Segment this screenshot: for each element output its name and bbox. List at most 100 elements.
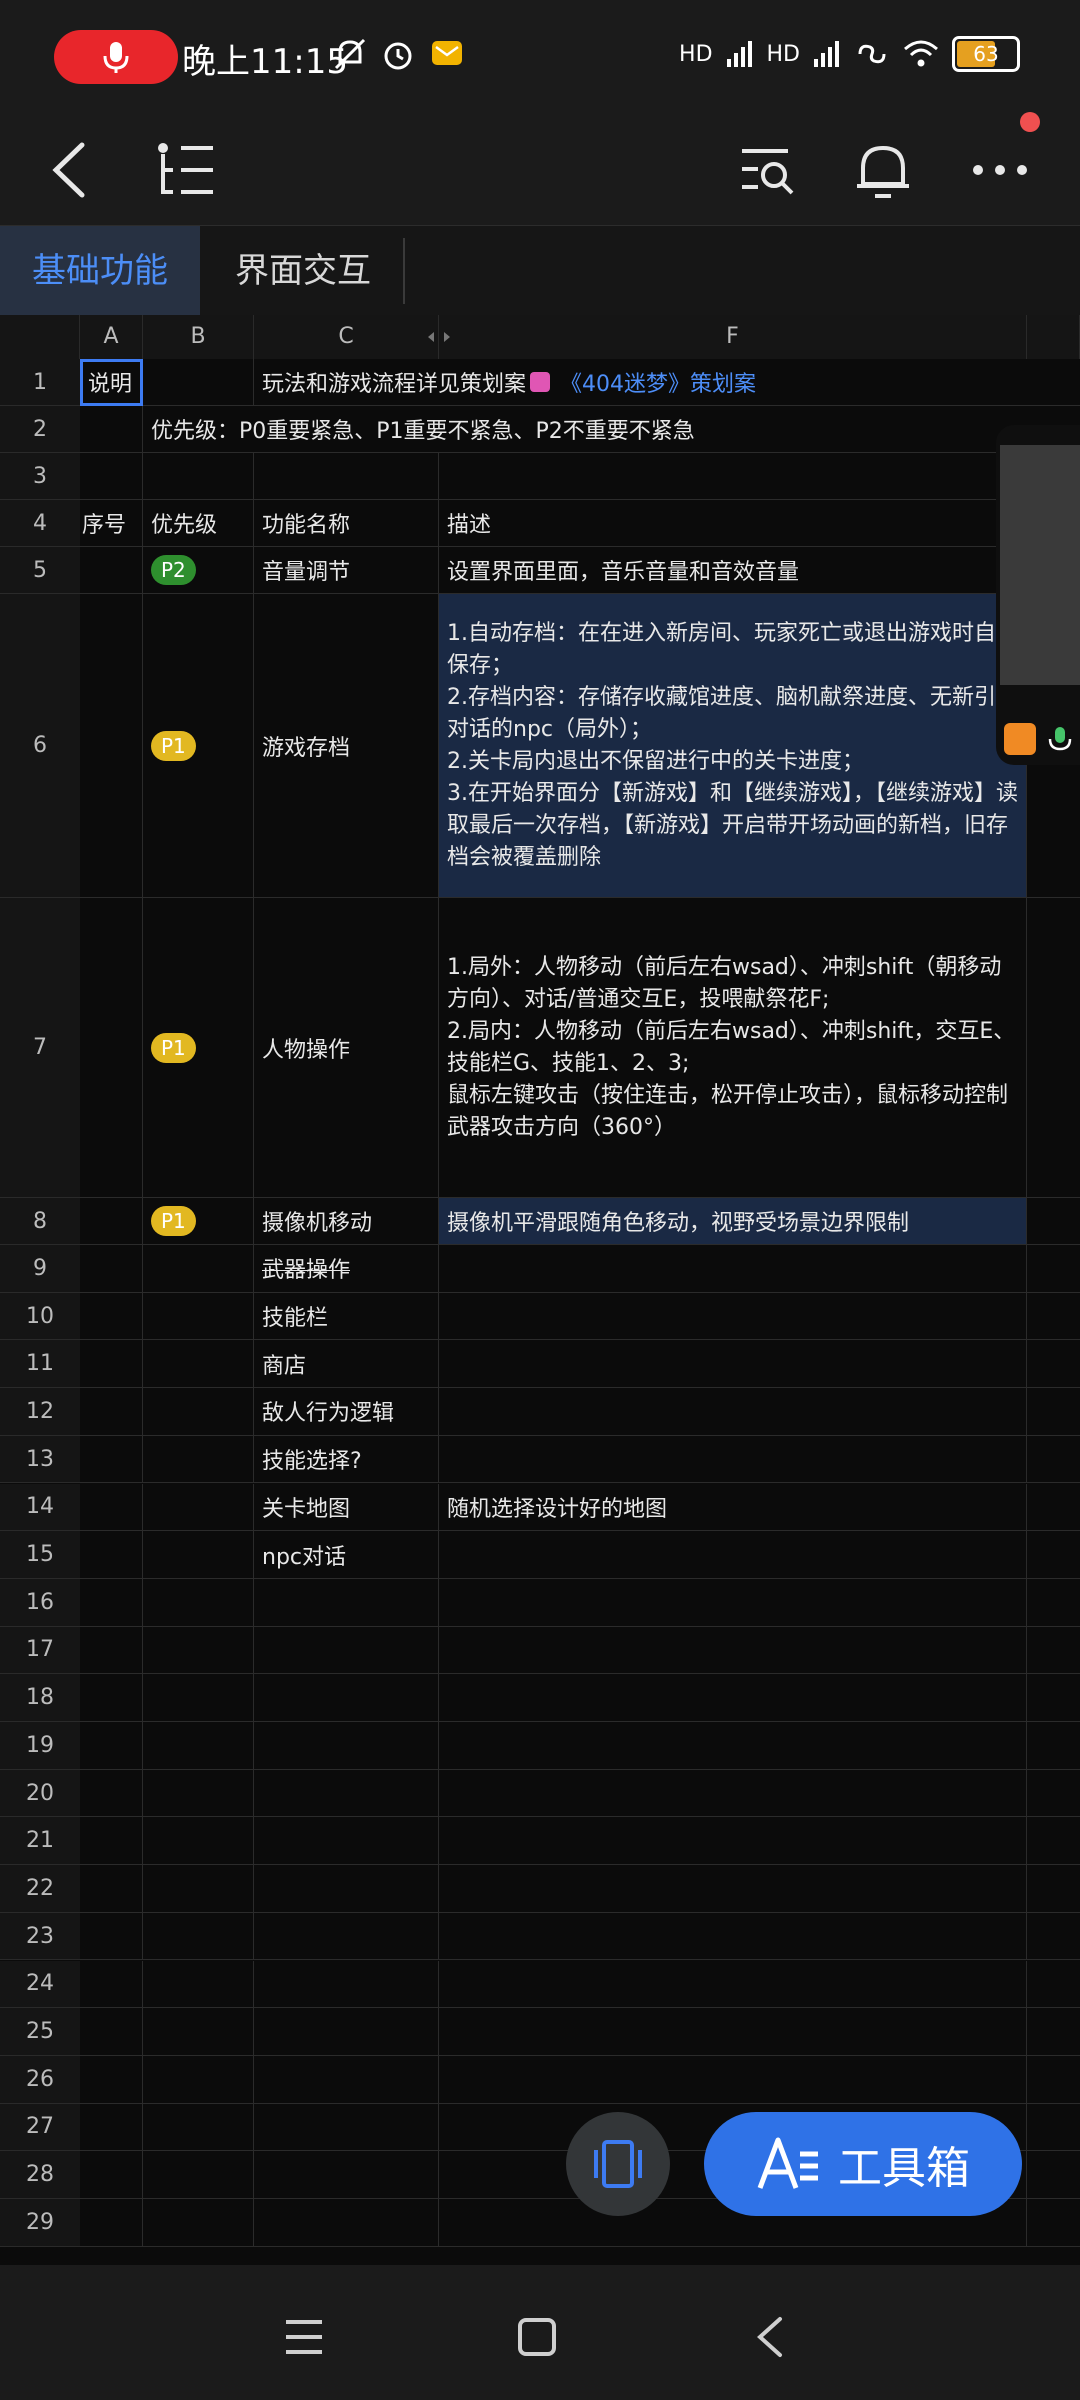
column-header-next[interactable] <box>1027 315 1080 359</box>
row-header[interactable]: 14 <box>0 1483 80 1532</box>
cell-b11[interactable] <box>143 1340 254 1389</box>
cell-b18[interactable] <box>143 1674 254 1722</box>
cell-c24[interactable] <box>254 1960 439 2009</box>
cell-c19[interactable] <box>254 1722 439 1770</box>
column-header-b[interactable]: B <box>143 315 254 359</box>
cell-a2[interactable] <box>80 406 143 453</box>
cell-edge[interactable] <box>1027 1627 1080 1675</box>
cell-a7[interactable] <box>80 898 143 1198</box>
row-header[interactable]: 9 <box>0 1245 80 1293</box>
menu-nav-button[interactable] <box>274 2307 334 2367</box>
cell-b5[interactable]: P2 <box>143 547 254 594</box>
cell-a21[interactable] <box>80 1817 143 1866</box>
cell-a13[interactable] <box>80 1435 143 1484</box>
notification-button[interactable] <box>843 130 923 210</box>
cell-a24[interactable] <box>80 1960 143 2009</box>
hidden-columns-icon[interactable] <box>424 329 454 345</box>
cell-c12[interactable]: 敌人行为逻辑 <box>254 1388 439 1436</box>
row-header[interactable]: 22 <box>0 1865 80 1913</box>
cell-a4[interactable]: 序号 <box>80 500 143 547</box>
row-header[interactable]: 19 <box>0 1722 80 1770</box>
cell-c6[interactable]: 游戏存档 <box>254 594 439 898</box>
row-header[interactable]: 17 <box>0 1626 80 1675</box>
cell-edge[interactable] <box>1027 1436 1080 1484</box>
cell-b28[interactable] <box>143 2151 254 2199</box>
cell-b4[interactable]: 优先级 <box>143 500 254 547</box>
cell-b10[interactable] <box>143 1292 254 1341</box>
cell-c29[interactable] <box>254 2199 439 2247</box>
column-header-c[interactable]: C <box>254 315 439 359</box>
cell-b2[interactable]: 优先级：P0重要紧急、P1重要不紧急、P2不重要不紧急 <box>143 406 1080 453</box>
tab-ui-interaction[interactable]: 界面交互 <box>203 226 403 316</box>
row-header[interactable]: 11 <box>0 1340 80 1389</box>
cell-c15[interactable]: npc对话 <box>254 1531 439 1579</box>
cell-b15[interactable] <box>143 1531 254 1579</box>
cell-a23[interactable] <box>80 1912 143 1961</box>
cell-a16[interactable] <box>80 1578 143 1627</box>
cell-f12[interactable] <box>439 1388 1027 1436</box>
cell-b8[interactable]: P1 <box>143 1198 254 1245</box>
cell-a29[interactable] <box>80 2199 143 2247</box>
cell-f16[interactable] <box>439 1578 1027 1627</box>
floating-window-thumbnail[interactable] <box>996 425 1080 765</box>
row-header[interactable]: 6 <box>0 594 80 898</box>
corner-header[interactable] <box>0 315 80 359</box>
cell-b22[interactable] <box>143 1865 254 1913</box>
row-header[interactable]: 13 <box>0 1435 80 1484</box>
cell-c3[interactable] <box>254 453 439 500</box>
row-header[interactable]: 27 <box>0 2103 80 2152</box>
cell-f21[interactable] <box>439 1817 1027 1866</box>
cell-b9[interactable] <box>143 1245 254 1293</box>
cell-edge[interactable] <box>1027 1722 1080 1770</box>
row-header[interactable]: 8 <box>0 1198 80 1245</box>
cell-edge[interactable] <box>1027 2008 1080 2056</box>
cell-a5[interactable] <box>80 547 143 594</box>
cell-f17[interactable] <box>439 1626 1027 1675</box>
cell-a10[interactable] <box>80 1292 143 1341</box>
cell-c13[interactable]: 技能选择? <box>254 1435 439 1484</box>
cell-f3[interactable] <box>439 453 1027 500</box>
cell-c27[interactable] <box>254 2103 439 2152</box>
outline-button[interactable] <box>145 130 225 210</box>
cell-a8[interactable] <box>80 1198 143 1245</box>
cell-edge[interactable] <box>1027 898 1080 1198</box>
row-header[interactable]: 7 <box>0 898 80 1198</box>
cell-c1[interactable]: 玩法和游戏流程详见策划案 《404迷梦》策划案 <box>254 359 1080 406</box>
cell-f14[interactable]: 随机选择设计好的地图 <box>439 1483 1027 1532</box>
cell-c22[interactable] <box>254 1865 439 1913</box>
cell-c21[interactable] <box>254 1817 439 1866</box>
cell-c16[interactable] <box>254 1578 439 1627</box>
cell-b19[interactable] <box>143 1722 254 1770</box>
cell-f18[interactable] <box>439 1674 1027 1722</box>
cell-f25[interactable] <box>439 2008 1027 2056</box>
cell-f19[interactable] <box>439 1722 1027 1770</box>
spreadsheet-grid[interactable]: A B C F 1 2 3 4 5 6 7 8 9 10 11 12 13 14 15 16 17 18 19 20 2… <box>0 315 1080 2265</box>
cell-a1[interactable]: 说明 <box>80 359 143 406</box>
cell-edge[interactable] <box>1027 2151 1080 2199</box>
cell-edge[interactable] <box>1027 1865 1080 1913</box>
cell-c20[interactable] <box>254 1769 439 1818</box>
search-button[interactable] <box>728 130 808 210</box>
cell-f26[interactable] <box>439 2055 1027 2104</box>
row-header[interactable]: 2 <box>0 406 80 453</box>
row-header[interactable]: 15 <box>0 1531 80 1579</box>
cell-f22[interactable] <box>439 1865 1027 1913</box>
row-header[interactable]: 16 <box>0 1578 80 1627</box>
cell-a26[interactable] <box>80 2055 143 2104</box>
cell-b27[interactable] <box>143 2103 254 2152</box>
cell-c17[interactable] <box>254 1626 439 1675</box>
more-button[interactable] <box>960 130 1040 210</box>
cell-f20[interactable] <box>439 1769 1027 1818</box>
cell-c7[interactable]: 人物操作 <box>254 898 439 1198</box>
cell-b23[interactable] <box>143 1912 254 1961</box>
cell-edge[interactable] <box>1027 1198 1080 1245</box>
cell-b21[interactable] <box>143 1817 254 1866</box>
cell-edge[interactable] <box>1027 1817 1080 1866</box>
row-header[interactable]: 29 <box>0 2199 80 2247</box>
cell-f24[interactable] <box>439 1960 1027 2009</box>
tab-basic-functions[interactable]: 基础功能 <box>0 226 200 316</box>
cell-b16[interactable] <box>143 1578 254 1627</box>
cell-edge[interactable] <box>1027 1484 1080 1532</box>
microphone-icon[interactable] <box>1046 725 1074 755</box>
cell-a28[interactable] <box>80 2151 143 2199</box>
